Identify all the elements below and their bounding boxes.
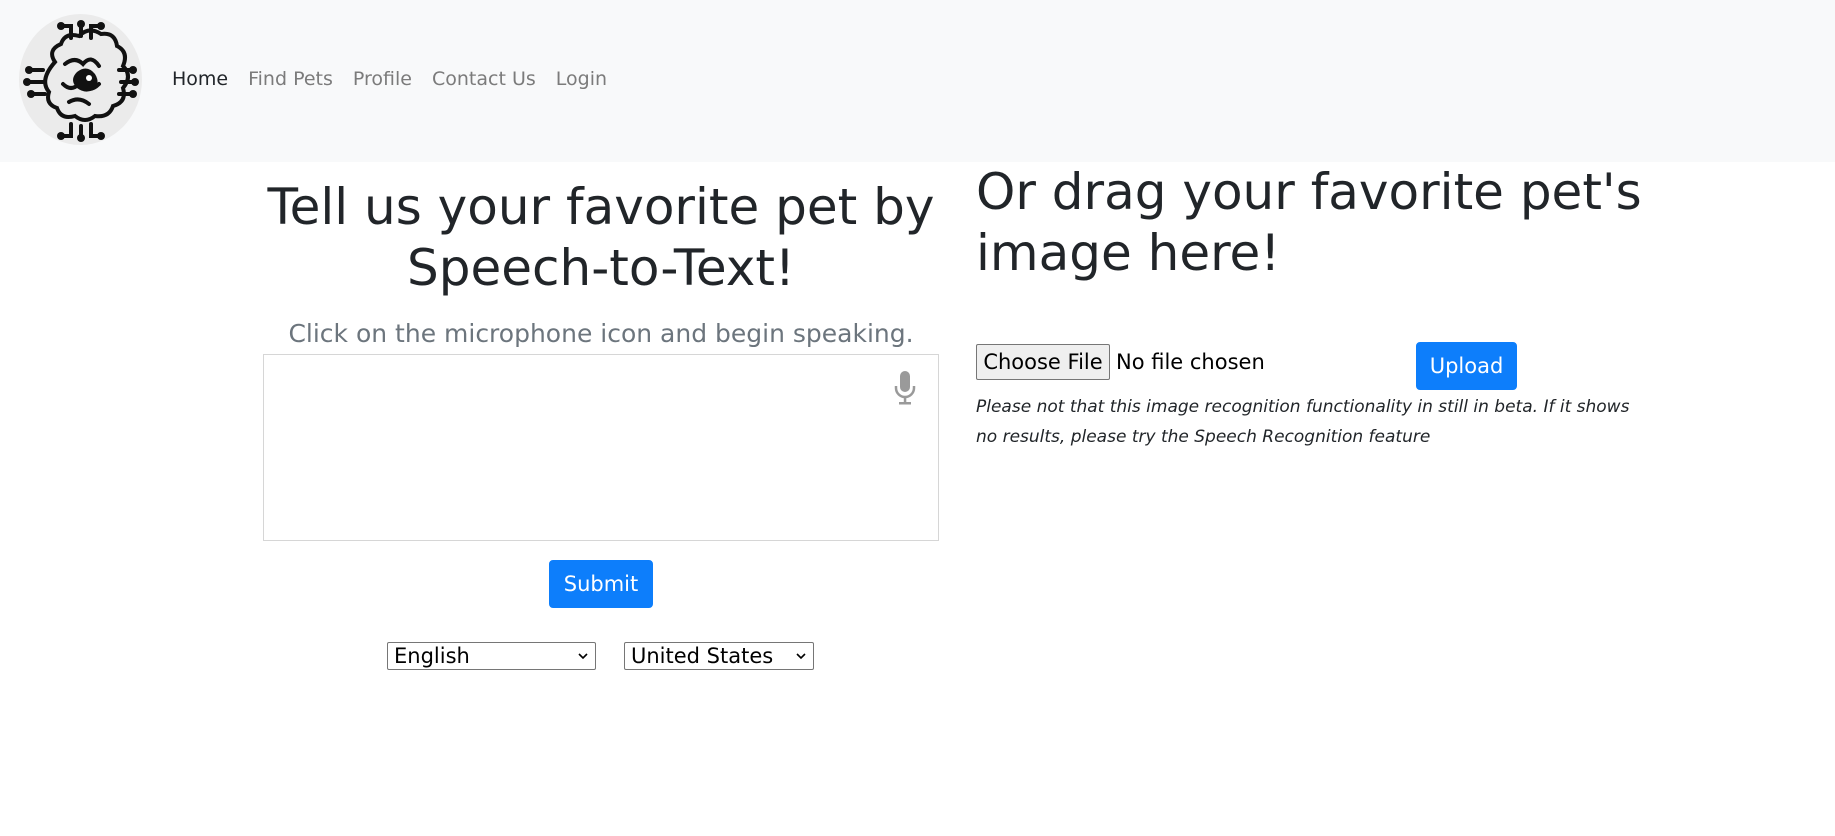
nav-contact-us[interactable]: Contact Us [432, 68, 536, 90]
country-selected-value: United States [631, 644, 774, 668]
nav-home[interactable]: Home [172, 68, 228, 90]
submit-button[interactable]: Submit [549, 560, 653, 608]
file-status-text: No file chosen [1116, 350, 1265, 374]
brain-logo-graphic [23, 20, 139, 142]
brain-logo-icon[interactable] [19, 14, 142, 145]
speech-textarea[interactable] [263, 354, 939, 541]
nav-menu: Home Find Pets Profile Contact Us Login [172, 68, 627, 90]
chevron-down-icon [578, 653, 588, 660]
navbar: Home Find Pets Profile Contact Us Login [0, 0, 1835, 162]
speech-heading: Tell us your favorite pet by Speech-to-T… [267, 178, 935, 297]
nav-profile[interactable]: Profile [353, 68, 412, 90]
speech-instruction: Click on the microphone icon and begin s… [288, 319, 914, 348]
beta-note: Please not that this image recognition f… [976, 397, 1630, 447]
language-selected-value: English [394, 644, 470, 668]
choose-file-button[interactable]: Choose File [976, 344, 1110, 380]
upload-heading: Or drag your favorite pet's image here! [976, 163, 1642, 282]
nav-login[interactable]: Login [556, 68, 607, 90]
microphone-icon[interactable] [892, 370, 918, 406]
nav-find-pets[interactable]: Find Pets [248, 68, 333, 90]
chevron-down-icon [796, 653, 806, 660]
country-select[interactable]: United States [624, 642, 814, 670]
upload-button[interactable]: Upload [1416, 342, 1517, 390]
language-select[interactable]: English [387, 642, 596, 670]
